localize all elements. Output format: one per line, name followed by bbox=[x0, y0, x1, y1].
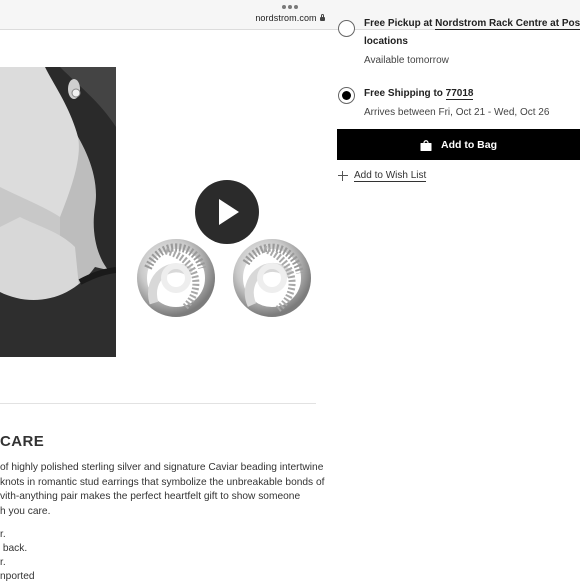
shipping-radio[interactable] bbox=[338, 87, 355, 104]
shipping-arrival: Arrives between Fri, Oct 21 - Wed, Oct 2… bbox=[364, 107, 550, 118]
pickup-radio[interactable] bbox=[338, 20, 355, 37]
pickup-availability: Available tomorrow bbox=[364, 55, 449, 66]
section-divider bbox=[0, 403, 316, 404]
pickup-prefix: Free Pickup at bbox=[364, 18, 433, 29]
earring-left bbox=[137, 239, 215, 317]
description-line: knots in romantic stud earrings that sym… bbox=[0, 476, 325, 488]
description-line: vith-anything pair makes the perfect hea… bbox=[0, 491, 301, 503]
pickup-store-link[interactable]: Nordstrom Rack Centre at Post O bbox=[435, 18, 580, 30]
lock-icon bbox=[319, 14, 325, 21]
pickup-option-title: Free Pickup at Nordstrom Rack Centre at … bbox=[364, 18, 580, 32]
shipping-zip-link[interactable]: 77018 bbox=[445, 88, 474, 100]
product-description: of highly polished sterling silver and s… bbox=[0, 461, 325, 520]
url-text: nordstrom.com bbox=[255, 13, 317, 23]
section-title: CARE bbox=[0, 433, 45, 450]
details-line: r. bbox=[0, 557, 6, 568]
details-line: nported bbox=[0, 571, 35, 582]
product-image-model[interactable] bbox=[0, 67, 116, 357]
product-details-list: r. back. r. nported bbox=[0, 528, 35, 584]
wish-list-label: Add to Wish List bbox=[354, 170, 427, 182]
description-line: of highly polished sterling silver and s… bbox=[0, 462, 324, 473]
add-to-bag-button[interactable]: Add to Bag bbox=[337, 129, 580, 160]
add-to-wish-list-link[interactable]: Add to Wish List bbox=[338, 170, 427, 182]
tab-overview-dots-icon[interactable] bbox=[282, 5, 298, 9]
details-line: r. bbox=[0, 529, 6, 540]
plus-icon bbox=[338, 171, 348, 181]
shipping-option-title: Free Shipping to 77018 bbox=[364, 88, 474, 100]
shipping-prefix: Free Shipping to bbox=[364, 88, 443, 99]
add-to-bag-label: Add to Bag bbox=[441, 138, 497, 151]
shopping-bag-icon bbox=[420, 139, 432, 151]
details-line: back. bbox=[0, 543, 28, 554]
description-line: h you care. bbox=[0, 506, 51, 518]
pickup-locations-label: locations bbox=[364, 36, 408, 47]
earring-right bbox=[233, 239, 311, 317]
product-image-earrings[interactable] bbox=[136, 233, 316, 323]
play-video-icon[interactable] bbox=[195, 180, 259, 244]
